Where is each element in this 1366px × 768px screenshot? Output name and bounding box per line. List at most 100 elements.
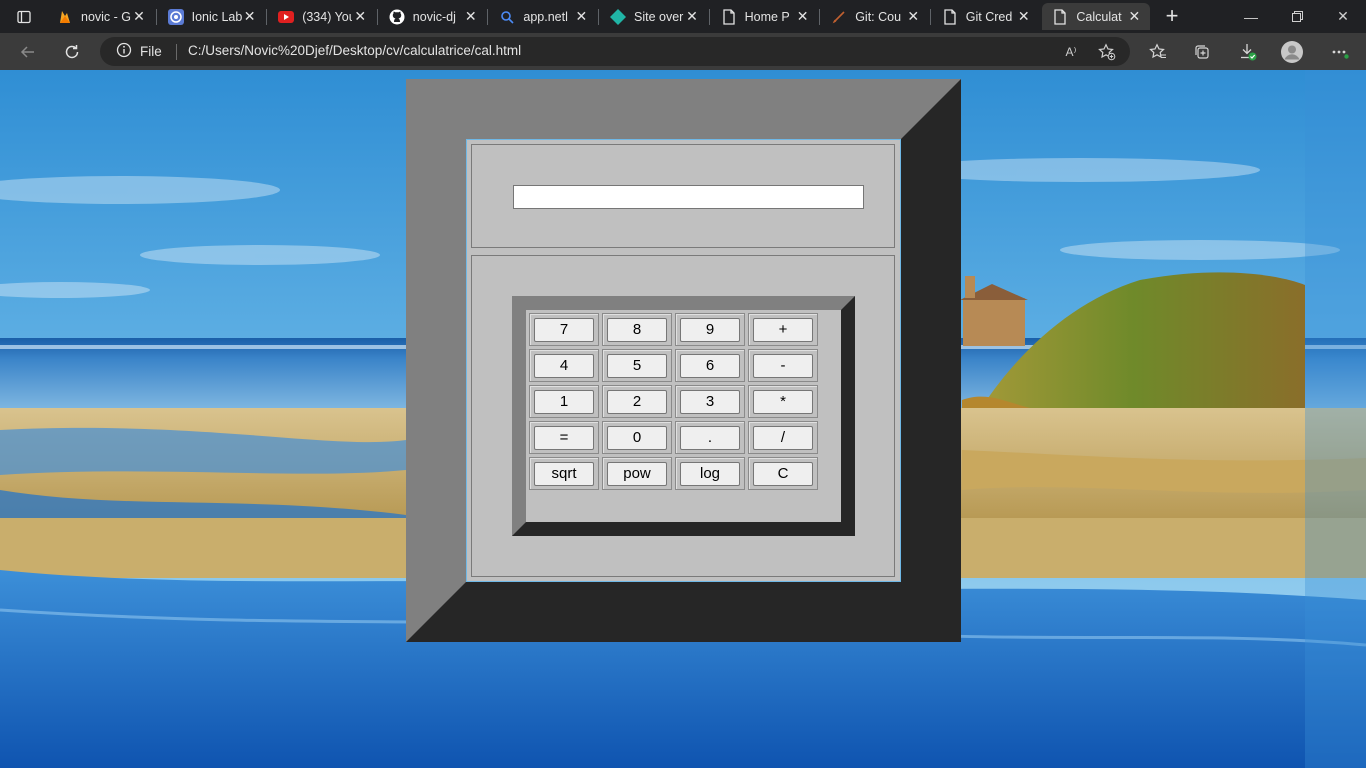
address-separator [176, 44, 177, 60]
key-button[interactable]: 1 [534, 389, 594, 414]
new-tab-button[interactable]: + [1160, 3, 1184, 28]
page-icon [942, 8, 958, 25]
key-button[interactable]: 4 [534, 353, 594, 378]
page-icon [721, 8, 737, 25]
tab-title: novic - G [81, 9, 131, 24]
close-icon[interactable]: ✕ [242, 8, 258, 25]
browser-tab[interactable]: (334) You ✕ [268, 3, 376, 30]
browser-tab[interactable]: Calculat ✕ [1042, 3, 1151, 30]
close-icon[interactable]: ✕ [573, 8, 589, 25]
key-cell: 7 [529, 313, 599, 346]
key-cell: 0 [602, 421, 672, 454]
profile-button[interactable] [1278, 38, 1306, 66]
site-info-button[interactable]: File [116, 42, 162, 61]
close-icon[interactable]: ✕ [131, 8, 147, 25]
tab-separator [155, 9, 157, 25]
download-icon [1241, 44, 1257, 61]
refresh-button[interactable] [57, 37, 87, 67]
close-icon[interactable]: ✕ [352, 8, 368, 25]
key-cell: log [675, 457, 745, 490]
calculator-display[interactable] [513, 185, 864, 209]
minimize-button[interactable]: — [1228, 0, 1274, 33]
tab-title: Git Cred [965, 9, 1013, 24]
browser-tab[interactable]: Home P ✕ [711, 3, 819, 30]
key-button[interactable]: log [680, 461, 740, 486]
keypad-frame: 7 8 9 +4 5 6- 1 2 3 * = 0. / sqrt pow log C [512, 296, 855, 536]
close-icon[interactable]: ✕ [463, 8, 479, 25]
restore-button[interactable] [1274, 0, 1320, 33]
browser-tab[interactable]: novic - G ✕ [47, 3, 155, 30]
collections-icon [1195, 45, 1209, 59]
key-button[interactable]: 3 [680, 389, 740, 414]
close-icon[interactable]: ✕ [684, 8, 700, 25]
key-button[interactable]: 6 [680, 353, 740, 378]
keypad-grid: 7 8 9 +4 5 6- 1 2 3 * = 0. / sqrt pow log C [526, 310, 821, 493]
key-button[interactable]: sqrt [534, 461, 594, 486]
close-window-button[interactable]: ✕ [1320, 0, 1366, 33]
youtube-icon [278, 9, 295, 25]
close-icon[interactable]: ✕ [1126, 8, 1142, 25]
key-cell: * [748, 385, 818, 418]
address-bar[interactable]: File C:/Users/Novic%20Djef/Desktop/cv/ca… [100, 37, 1130, 66]
back-button[interactable] [13, 37, 43, 67]
key-button[interactable]: - [753, 353, 813, 378]
keypad-row: sqrt pow log C [529, 457, 818, 490]
back-arrow-icon [20, 46, 34, 58]
refresh-icon [65, 45, 79, 59]
key-button[interactable]: 8 [607, 317, 667, 342]
downloads-button[interactable] [1234, 38, 1262, 66]
key-cell: 8 [602, 313, 672, 346]
keypad-panel: 7 8 9 +4 5 6- 1 2 3 * = 0. / sqrt pow log C [471, 255, 895, 577]
page-viewport: 7 8 9 +4 5 6- 1 2 3 * = 0. / sqrt pow log C [0, 70, 1366, 768]
key-button[interactable]: + [753, 317, 813, 342]
favorites-icon [1149, 43, 1166, 59]
browser-tab[interactable]: Git Cred ✕ [932, 3, 1040, 30]
search-icon [499, 9, 515, 25]
tab-separator [376, 9, 378, 25]
tab-actions-button[interactable] [10, 6, 38, 28]
key-cell: 4 [529, 349, 599, 382]
browser-tab[interactable]: Site over ✕ [600, 3, 708, 30]
browser-tab[interactable]: app.netl ✕ [489, 3, 597, 30]
key-button[interactable]: = [534, 425, 594, 450]
browser-tab[interactable]: Ionic Lab ✕ [158, 3, 266, 30]
key-button[interactable]: 5 [607, 353, 667, 378]
key-button[interactable]: 7 [534, 317, 594, 342]
key-button[interactable]: * [753, 389, 813, 414]
info-icon [116, 42, 132, 61]
close-icon[interactable]: ✕ [795, 8, 811, 25]
tab-actions-icon [17, 10, 31, 24]
url-text[interactable]: C:/Users/Novic%20Djef/Desktop/cv/calcula… [188, 43, 521, 58]
avatar-icon [1281, 41, 1303, 63]
key-button[interactable]: 0 [607, 425, 667, 450]
tab-title: Calculat [1076, 9, 1122, 24]
settings-more-button[interactable] [1326, 38, 1354, 66]
key-cell: = [529, 421, 599, 454]
tab-separator [598, 9, 599, 25]
key-button[interactable]: / [753, 425, 813, 450]
tab-separator [266, 9, 268, 25]
key-button[interactable]: . [680, 425, 740, 450]
browser-tab[interactable]: novic-dj ✕ [379, 3, 487, 30]
firebase-icon [57, 9, 73, 25]
favorites-button[interactable] [1144, 38, 1172, 66]
tab-title: (334) You [302, 9, 353, 24]
tab-separator [487, 9, 489, 25]
tab-strip: novic - G ✕ Ionic Lab ✕ (334) You ✕ novic-dj ✕ a… [0, 0, 1366, 33]
ionic-icon [167, 8, 184, 25]
key-cell: sqrt [529, 457, 599, 490]
key-button[interactable]: pow [607, 461, 667, 486]
collections-button[interactable] [1188, 38, 1216, 66]
key-button[interactable]: C [753, 461, 813, 486]
close-icon[interactable]: ✕ [905, 8, 921, 25]
git-icon [831, 9, 847, 25]
add-favorite-button[interactable] [1096, 42, 1118, 62]
key-cell: 3 [675, 385, 745, 418]
close-icon[interactable]: ✕ [1016, 8, 1032, 25]
browser-toolbar: File C:/Users/Novic%20Djef/Desktop/cv/ca… [0, 33, 1366, 70]
key-cell: 6 [675, 349, 745, 382]
key-button[interactable]: 2 [607, 389, 667, 414]
key-button[interactable]: 9 [680, 317, 740, 342]
browser-tab[interactable]: Git: Cou ✕ [821, 3, 929, 30]
read-aloud-button[interactable]: A⁾ [1060, 42, 1082, 62]
